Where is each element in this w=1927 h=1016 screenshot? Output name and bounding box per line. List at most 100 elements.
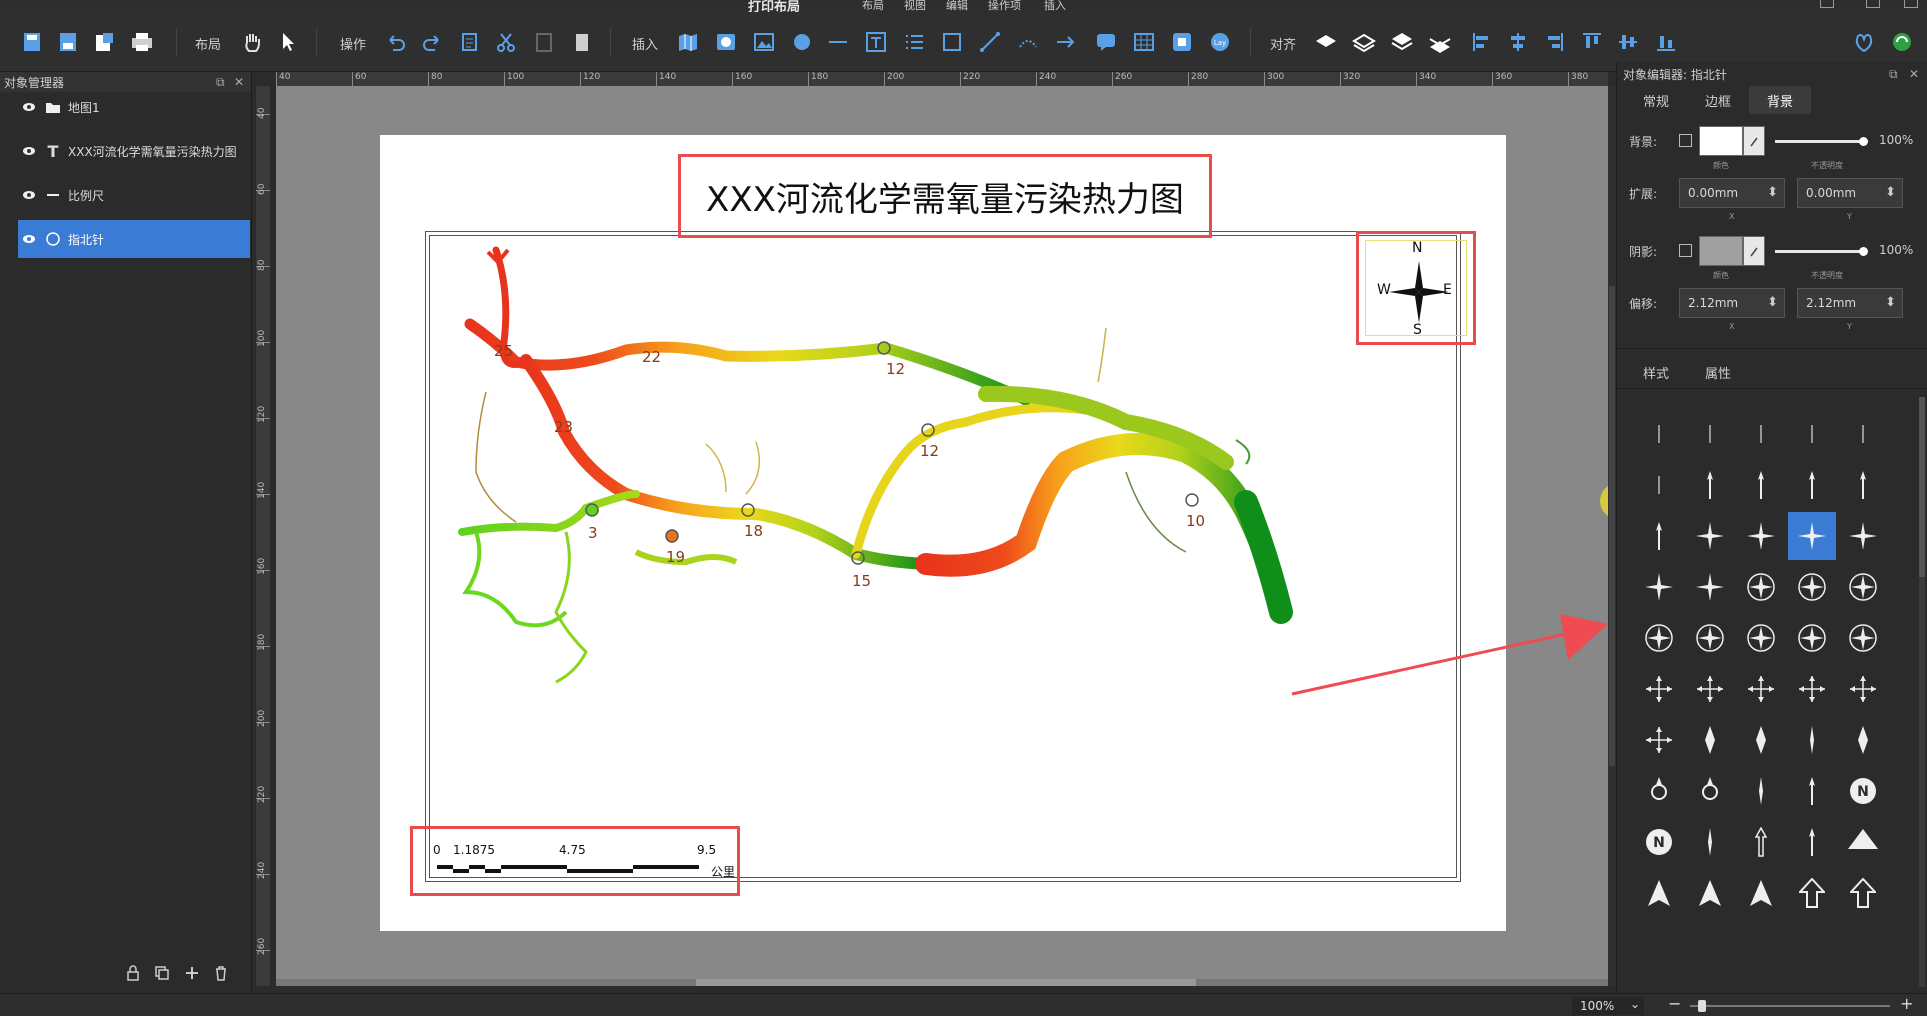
north-arrow-style-option[interactable] (1635, 461, 1683, 509)
north-arrow-style-option[interactable] (1788, 767, 1836, 815)
shadow-color-swatch[interactable] (1699, 236, 1743, 266)
map-frame[interactable]: 25 22 12 23 12 3 18 19 15 10 (425, 231, 1461, 882)
trash-icon[interactable] (214, 965, 228, 981)
north-arrow-style-option[interactable] (1839, 869, 1887, 917)
visibility-eye-icon[interactable] (22, 102, 38, 112)
insert-curve-icon[interactable] (1016, 30, 1040, 54)
north-arrow-style-option[interactable] (1788, 818, 1836, 866)
zoom-select[interactable]: 100% (1572, 995, 1644, 1015)
eyedropper-icon[interactable] (1743, 126, 1765, 156)
tab-general[interactable]: 常规 (1625, 86, 1687, 114)
align-right-icon[interactable] (1542, 30, 1566, 54)
north-arrow-style-option[interactable] (1839, 614, 1887, 662)
style-grid-scrollbar[interactable] (1919, 397, 1925, 987)
pan-hand-icon[interactable] (240, 30, 264, 54)
north-arrow-style-option[interactable] (1686, 665, 1734, 713)
send-backward-icon[interactable] (1352, 30, 1376, 54)
north-arrow-style-option[interactable] (1737, 512, 1785, 560)
compass-selection-box[interactable]: N S E W (1356, 231, 1476, 345)
north-arrow-style-option[interactable] (1737, 869, 1785, 917)
north-arrow-style-option[interactable] (1788, 665, 1836, 713)
background-color-swatch[interactable] (1699, 126, 1743, 156)
redo-icon[interactable] (420, 30, 444, 54)
north-arrow-style-option[interactable] (1635, 410, 1683, 458)
north-arrow-style-option[interactable]: N (1839, 767, 1887, 815)
insert-map-icon[interactable] (676, 30, 700, 54)
north-arrow-style-option[interactable] (1635, 614, 1683, 662)
insert-table-icon[interactable] (1132, 30, 1156, 54)
zoom-out-button[interactable]: − (1668, 994, 1681, 1013)
north-arrow-style-option[interactable] (1686, 563, 1734, 611)
north-arrow-style-option[interactable] (1635, 512, 1683, 560)
north-arrow-style-option[interactable] (1737, 614, 1785, 662)
north-arrow-style-option[interactable] (1839, 410, 1887, 458)
cut-icon[interactable] (494, 30, 518, 54)
horizontal-scrollbar[interactable] (276, 979, 1608, 986)
insert-line-icon[interactable] (826, 30, 850, 54)
north-arrow-style-option[interactable] (1788, 563, 1836, 611)
zoom-in-button[interactable]: + (1900, 994, 1913, 1013)
north-arrow-style-option[interactable] (1635, 767, 1683, 815)
print-icon[interactable] (130, 30, 154, 54)
copy-icon[interactable] (458, 30, 482, 54)
north-arrow-style-option[interactable] (1635, 665, 1683, 713)
insert-image-icon[interactable] (752, 30, 776, 54)
background-checkbox[interactable] (1679, 134, 1692, 147)
north-arrow-style-option[interactable] (1788, 410, 1836, 458)
offset-y-input[interactable]: 2.12mm (1797, 288, 1903, 318)
eyedropper-icon[interactable] (1743, 236, 1765, 266)
north-arrow-style-option[interactable] (1635, 716, 1683, 764)
lock-icon[interactable] (126, 965, 140, 981)
north-arrow-style-option[interactable] (1839, 818, 1887, 866)
north-arrow-style-option[interactable] (1737, 563, 1785, 611)
sync-icon[interactable] (1890, 30, 1914, 54)
align-middle-icon[interactable] (1616, 30, 1640, 54)
layer-item-title[interactable]: T XXX河流化学需氧量污染热力图 (18, 132, 250, 170)
north-arrow-style-option[interactable] (1788, 614, 1836, 662)
north-arrow-style-option[interactable] (1788, 461, 1836, 509)
layer-item-compass[interactable]: 指北针 (18, 220, 250, 258)
visibility-eye-icon[interactable] (22, 234, 38, 244)
zoom-slider[interactable] (1690, 1000, 1890, 1012)
north-arrow-style-option[interactable] (1686, 869, 1734, 917)
north-arrow-style-option[interactable] (1686, 461, 1734, 509)
tab-border[interactable]: 边框 (1687, 86, 1749, 114)
north-arrow-style-option[interactable] (1737, 767, 1785, 815)
insert-callout-icon[interactable] (1094, 30, 1118, 54)
map-title-box[interactable]: XXX河流化学需氧量污染热力图 (678, 154, 1212, 238)
layout-canvas[interactable]: 25 22 12 23 12 3 18 19 15 10 XXX河流化学需氧量污… (276, 86, 1608, 986)
align-left-icon[interactable] (1470, 30, 1494, 54)
tab-properties[interactable]: 属性 (1687, 358, 1749, 386)
scale-bar-box[interactable]: 0 1.1875 4.75 9.5 公里 (410, 826, 740, 896)
close-panel-icon[interactable]: ✕ (1909, 67, 1919, 81)
north-arrow-style-option[interactable] (1839, 665, 1887, 713)
insert-arrow-icon[interactable] (1054, 30, 1078, 54)
shadow-checkbox[interactable] (1679, 244, 1692, 257)
insert-globe-icon[interactable] (714, 30, 738, 54)
insert-rectangle-icon[interactable] (940, 30, 964, 54)
insert-polyline-icon[interactable] (978, 30, 1002, 54)
north-arrow-style-option[interactable] (1686, 614, 1734, 662)
north-arrow-style-option[interactable] (1686, 512, 1734, 560)
north-arrow-style-option[interactable] (1788, 869, 1836, 917)
north-arrow-style-option[interactable] (1686, 410, 1734, 458)
bring-forward-icon[interactable] (1314, 30, 1338, 54)
north-arrow-style-option[interactable] (1839, 716, 1887, 764)
maximize-button[interactable] (1866, 0, 1880, 8)
layer-item-map[interactable]: 地图1 (18, 88, 250, 126)
visibility-eye-icon[interactable] (22, 190, 38, 200)
insert-ellipse-icon[interactable] (790, 30, 814, 54)
offset-x-input[interactable]: 2.12mm (1679, 288, 1785, 318)
minimize-button[interactable] (1820, 0, 1834, 8)
background-opacity-slider[interactable] (1775, 137, 1868, 146)
insert-text-icon[interactable] (864, 30, 888, 54)
north-arrow-style-option[interactable] (1839, 512, 1887, 560)
vertical-scrollbar[interactable] (1608, 86, 1616, 986)
north-arrow-style-option[interactable] (1737, 410, 1785, 458)
north-arrow-style-option[interactable] (1686, 818, 1734, 866)
north-arrow-style-option[interactable] (1686, 716, 1734, 764)
select-arrow-icon[interactable] (276, 30, 300, 54)
undo-icon[interactable] (384, 30, 408, 54)
float-panel-icon[interactable]: ⧉ (1889, 67, 1898, 82)
delete-page-icon[interactable] (570, 30, 594, 54)
